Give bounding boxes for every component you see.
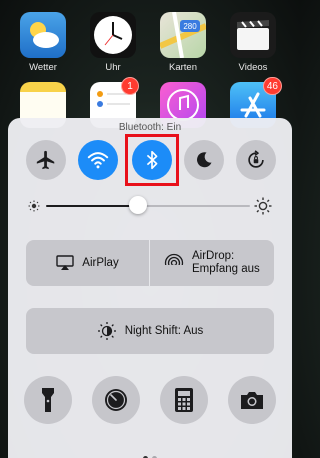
maps-icon: 280 (160, 12, 206, 58)
airplane-icon (36, 150, 55, 170)
brightness-track-filled (46, 205, 138, 207)
rotation-lock-toggle[interactable] (236, 140, 276, 180)
app-maps[interactable]: 280 Karten (153, 12, 213, 73)
brightness-high-icon (254, 197, 272, 215)
brightness-track (137, 205, 250, 207)
app-label: Wetter (29, 62, 57, 73)
flashlight-button[interactable] (24, 376, 72, 424)
app-weather[interactable]: Wetter (13, 12, 73, 73)
camera-icon (241, 392, 263, 409)
highlight-box (125, 134, 179, 186)
app-label: Uhr (105, 62, 121, 73)
brightness-thumb[interactable] (128, 196, 147, 214)
status-text: Bluetooth: Ein (118, 122, 182, 133)
home-screen: Wetter Uhr 280 Karten Videos 1 46 (0, 0, 300, 128)
airdrop-text: AirDrop: Empfang aus (192, 250, 260, 276)
wifi-toggle[interactable] (78, 140, 118, 180)
timer-button[interactable] (92, 376, 140, 424)
night-shift-icon (97, 322, 116, 340)
flashlight-icon (42, 388, 54, 412)
brightness-slider[interactable] (28, 196, 272, 216)
do-not-disturb-toggle[interactable] (184, 140, 224, 180)
clock-icon (90, 12, 136, 58)
airdrop-button[interactable]: AirDrop: Empfang aus (150, 240, 274, 286)
airdrop-label: AirDrop: (192, 250, 235, 262)
moon-icon (197, 152, 212, 168)
airplay-button[interactable]: AirPlay (26, 240, 149, 286)
brightness-low-icon (28, 200, 40, 212)
calculator-button[interactable] (160, 376, 208, 424)
app-label: Videos (238, 62, 268, 73)
videos-icon (230, 12, 276, 58)
airplane-mode-toggle[interactable] (26, 140, 66, 180)
control-center: Bluetooth: Ein AirPlay AirDrop: Empfang … (8, 118, 292, 458)
app-label: Karten (169, 62, 197, 73)
wifi-icon (87, 152, 109, 169)
notification-badge: 46 (262, 77, 282, 95)
camera-button[interactable] (228, 376, 276, 424)
night-shift-button[interactable]: Night Shift: Aus (26, 308, 274, 354)
airplay-label: AirPlay (82, 257, 119, 269)
calculator-icon (175, 388, 193, 412)
app-videos[interactable]: Videos (223, 12, 283, 73)
timer-icon (105, 389, 127, 411)
airdrop-status: Empfang aus (192, 263, 260, 275)
maps-sign-text: 280 (183, 22, 197, 31)
page-indicator (8, 448, 292, 458)
night-shift-label: Night Shift: Aus (124, 325, 204, 337)
airdrop-icon (164, 253, 184, 273)
rotation-lock-icon (248, 150, 264, 168)
airplay-icon (56, 255, 74, 270)
weather-icon (20, 12, 66, 58)
app-clock[interactable]: Uhr (83, 12, 143, 73)
notification-badge: 1 (121, 77, 139, 95)
